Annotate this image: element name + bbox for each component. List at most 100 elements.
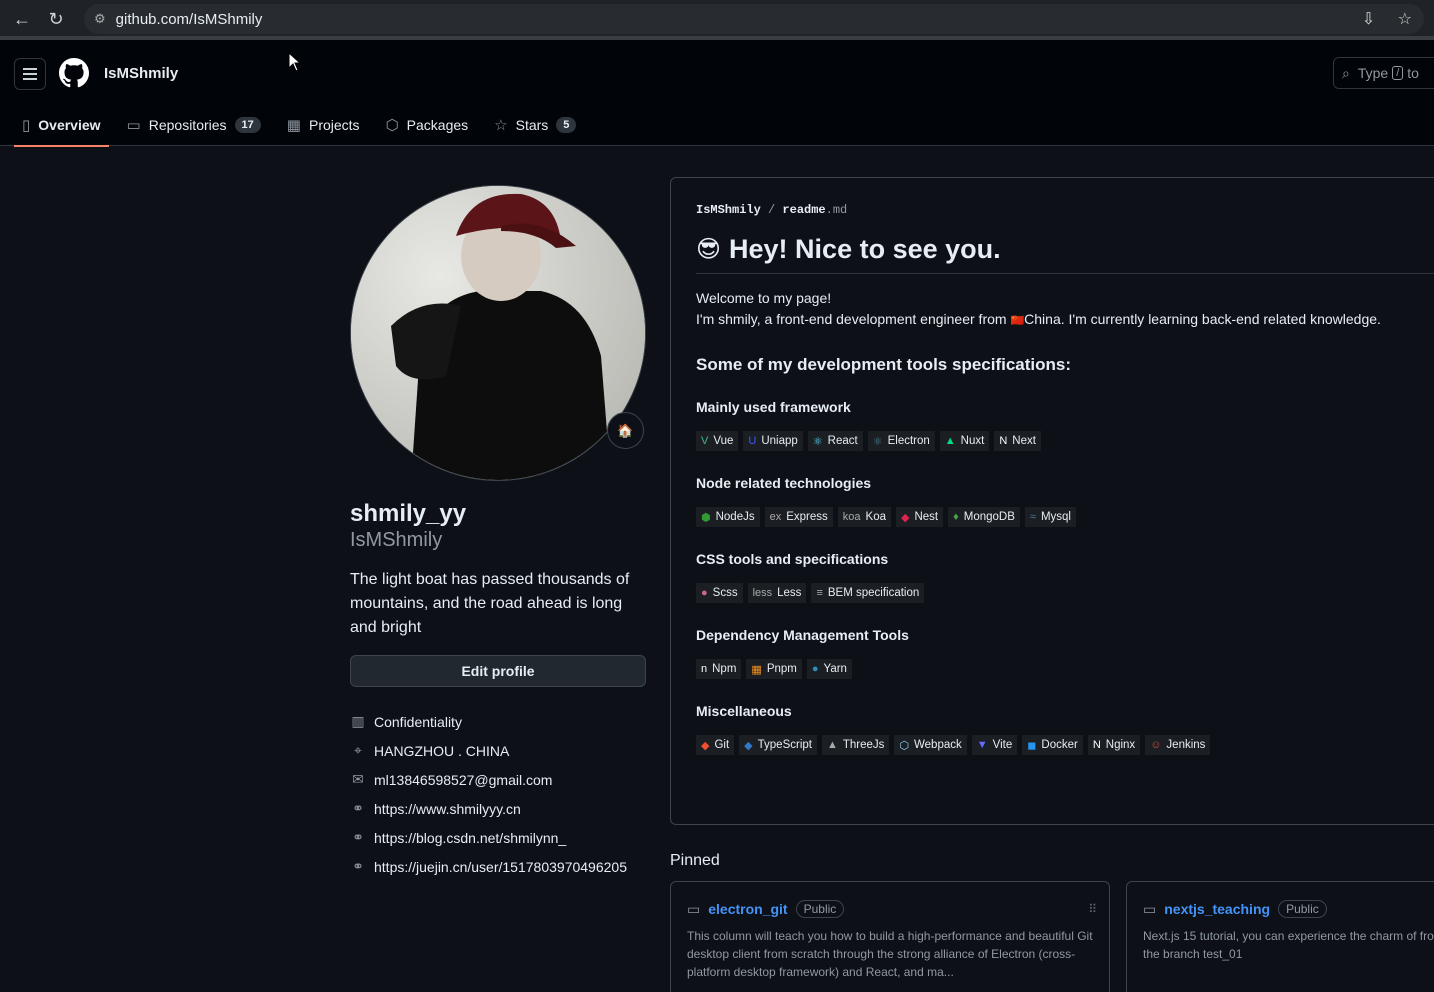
badge-label: Mysql xyxy=(1040,511,1071,523)
location-icon: ⌖ xyxy=(354,742,362,758)
tool-sections: Mainly used framework V Vue U Uniapp ⚛ React ⚛ E… xyxy=(696,399,1424,755)
link-icon: ⚭ xyxy=(352,800,364,816)
detail-text: Confidentiality xyxy=(374,713,462,730)
edit-profile-button[interactable]: Edit profile xyxy=(350,655,646,687)
drag-handle-icon[interactable]: ⠿ xyxy=(1088,902,1097,916)
social-link[interactable]: ⚭ https://juejin.cn/user/1517803970496205 xyxy=(350,852,627,881)
tech-logo-icon: N xyxy=(999,435,1008,447)
tech-logo-icon: N xyxy=(1092,739,1101,751)
tools-heading: Some of my development tools specificati… xyxy=(696,355,1072,374)
badge-label: React xyxy=(827,435,858,447)
tech-logo-icon: less xyxy=(752,587,773,599)
detail-text[interactable]: ml13846598527@gmail.com xyxy=(374,772,552,788)
browser-toolbar: ← ↻ ⚙ github.com/IsMShmily ⇩ ☆ xyxy=(0,0,1434,40)
back-icon[interactable]: ← xyxy=(4,9,40,30)
social-link[interactable]: ⚭ https://blog.csdn.net/shmilynn_ xyxy=(350,823,627,852)
badge-label: Git xyxy=(714,739,730,751)
profile-login: IsMShmily xyxy=(350,529,443,551)
badge-label: Npm xyxy=(712,663,737,675)
section-heading: CSS tools and specifications xyxy=(696,551,889,567)
tech-badge: n Npm xyxy=(696,659,742,679)
search-shortcut-key: / xyxy=(1392,66,1404,80)
intro-line-2-pre: I'm shmily, a front-end development engi… xyxy=(696,311,1011,327)
site-settings-icon[interactable]: ⚙ xyxy=(94,11,106,27)
profile-readme: IsMShmily / readme.md 😎 Hey! Nice to see… xyxy=(670,177,1434,825)
website-link[interactable]: ⚭ https://www.shmilyyy.cn xyxy=(350,794,627,823)
tech-logo-icon: ▼ xyxy=(976,739,988,751)
github-logo-icon[interactable] xyxy=(59,58,89,88)
table-icon: ▦ xyxy=(286,117,301,134)
detail-text[interactable]: https://blog.csdn.net/shmilynn_ xyxy=(374,830,566,846)
intro-line-1: Welcome to my page! xyxy=(696,290,832,306)
mouse-cursor-icon xyxy=(288,52,302,72)
search-icon: ⌕ xyxy=(1342,64,1350,81)
status-emoji-button[interactable]: 🏠 xyxy=(607,412,644,449)
tech-badge: N Nginx xyxy=(1087,735,1141,755)
tech-badge: ◼ Docker xyxy=(1022,735,1083,755)
tab-stars[interactable]: ☆ Stars 5 xyxy=(486,104,584,146)
tech-badge: less Less xyxy=(747,583,807,603)
tech-badge: ≡ BEM specification xyxy=(811,583,925,603)
repo-link[interactable]: nextjs_teaching xyxy=(1164,901,1270,917)
badge-label: Express xyxy=(786,511,828,523)
tab-packages[interactable]: ⬡ Packages xyxy=(378,104,477,146)
detail-text[interactable]: https://juejin.cn/user/1517803970496205 xyxy=(374,859,627,875)
breadcrumb-separator: / xyxy=(768,203,776,217)
badge-label: Scss xyxy=(712,587,738,599)
tech-badge: ⚛ React xyxy=(807,431,863,451)
email-detail[interactable]: ✉ ml13846598527@gmail.com xyxy=(350,765,627,794)
avatar[interactable] xyxy=(350,185,646,481)
badge-label: Pnpm xyxy=(766,663,797,675)
badge-row: n Npm ▦ Pnpm ● Yarn xyxy=(696,659,1424,679)
readme-owner[interactable]: IsMShmily xyxy=(696,203,761,217)
github-header: IsMShmily ⌕ Type / to ▯ Overview ▭ Repos… xyxy=(0,40,1434,147)
book-icon: ▯ xyxy=(22,117,31,134)
profile-details: ▥ Confidentiality ⌖ HANGZHOU . CHINA ✉ ml13… xyxy=(350,707,627,881)
reload-icon[interactable]: ↻ xyxy=(38,9,74,30)
badge-label: Vite xyxy=(992,739,1013,751)
repo-icon: ▭ xyxy=(126,117,141,134)
tab-projects[interactable]: ▦ Projects xyxy=(279,104,368,146)
readme-ext: .md xyxy=(825,203,848,217)
pinned-repo-card: ▭ electron_git Public ⠿ This column will… xyxy=(670,881,1110,992)
tech-badge: ≈ Mysql xyxy=(1024,507,1076,527)
profile-tabs: ▯ Overview ▭ Repositories 17 ▦ Projects … xyxy=(14,104,594,147)
section-heading: Dependency Management Tools xyxy=(696,627,909,643)
badge-label: Koa xyxy=(865,511,886,523)
detail-text[interactable]: https://www.shmilyyy.cn xyxy=(374,801,521,817)
pinned-repo-card: ▭ nextjs_teaching Public Next.js 15 tuto… xyxy=(1126,881,1434,992)
tech-logo-icon: ◆ xyxy=(901,511,910,524)
badge-label: Jenkins xyxy=(1166,739,1206,751)
section-heading: Node related technologies xyxy=(696,475,872,491)
repo-link[interactable]: electron_git xyxy=(708,901,787,917)
tech-logo-icon: ⚛ xyxy=(812,435,823,448)
tab-overview[interactable]: ▯ Overview xyxy=(14,104,109,147)
badge-row: ● Scss less Less ≡ BEM specification xyxy=(696,583,1424,603)
tech-badge: ▼ Vite xyxy=(971,735,1018,755)
badge-label: Next xyxy=(1012,435,1036,447)
install-app-icon[interactable]: ⇩ xyxy=(1362,11,1375,28)
readme-file[interactable]: readme xyxy=(782,203,825,217)
readme-title-row: 😎 Hey! Nice to see you. xyxy=(696,234,1434,274)
tech-badge: ☺ Jenkins xyxy=(1145,735,1211,755)
profile-fullname: shmily_yy xyxy=(350,500,467,527)
address-bar[interactable]: ⚙ github.com/IsMShmily ⇩ ☆ xyxy=(84,4,1424,34)
bookmark-star-icon[interactable]: ☆ xyxy=(1398,11,1412,28)
tech-badge: ex Express xyxy=(764,507,833,527)
header-username[interactable]: IsMShmily xyxy=(104,65,178,82)
tech-badge: ▲ ThreeJs xyxy=(821,735,890,755)
tech-badge: ⚛ Electron xyxy=(867,431,935,451)
menu-button[interactable] xyxy=(14,58,46,90)
section-heading: Mainly used framework xyxy=(696,399,851,415)
tech-logo-icon: ▦ xyxy=(751,663,762,676)
repo-description: This column will teach you how to build … xyxy=(687,929,1093,979)
intro-line-2: I'm shmily, a front-end development engi… xyxy=(696,309,1424,332)
company-detail: ▥ Confidentiality xyxy=(350,707,627,736)
badge-label: Nest xyxy=(914,511,939,523)
tech-badge: koa Koa xyxy=(837,507,891,527)
search-input[interactable]: ⌕ Type / to xyxy=(1333,57,1434,89)
tech-logo-icon: ◆ xyxy=(701,739,710,752)
badge-label: MongoDB xyxy=(963,511,1015,523)
tab-repositories[interactable]: ▭ Repositories 17 xyxy=(119,104,269,146)
tech-logo-icon: ▲ xyxy=(944,435,956,447)
